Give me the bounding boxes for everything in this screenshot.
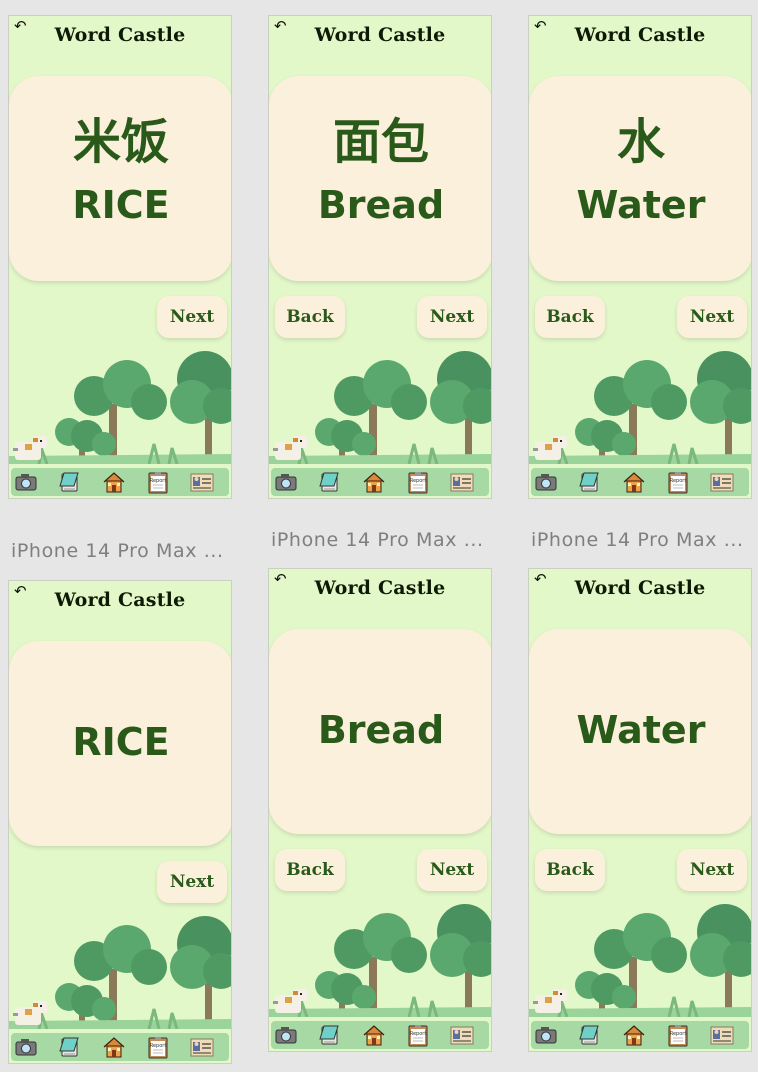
english-word: Water <box>576 183 706 227</box>
bottom-nav-bar: Report <box>271 468 489 496</box>
word-card: Water <box>529 629 751 834</box>
profile-card-icon[interactable] <box>190 1035 214 1059</box>
next-button[interactable]: Next <box>417 849 487 891</box>
chinese-word: 水 <box>616 114 665 170</box>
word-card: 水 Water <box>529 76 751 281</box>
camera-icon[interactable] <box>274 470 298 494</box>
notebook-icon[interactable] <box>318 1023 342 1047</box>
app-title: Word Castle <box>574 577 706 599</box>
report-icon-label: Report <box>410 1031 427 1037</box>
camera-icon[interactable] <box>534 470 558 494</box>
bottom-nav-bar: Report <box>531 1021 749 1049</box>
english-word: RICE <box>72 720 170 764</box>
profile-card-icon[interactable] <box>190 470 214 494</box>
chinese-word: 米饭 <box>72 114 169 170</box>
frame-label[interactable]: iPhone 14 Pro Max ... <box>11 540 224 562</box>
phone-frame-1[interactable]: ↶ Word Castle 米饭 RICE Next Report <box>8 15 232 499</box>
profile-card-icon[interactable] <box>450 1023 474 1047</box>
notebook-icon[interactable] <box>58 1035 82 1059</box>
back-button[interactable]: Back <box>535 296 605 338</box>
english-word: Bread <box>317 183 445 227</box>
report-icon-label: Report <box>150 478 167 484</box>
phone-frame-5[interactable]: ↶ Word Castle Bread Back Next Report <box>268 568 492 1052</box>
app-title: Word Castle <box>54 24 186 46</box>
frame-label[interactable]: iPhone 14 Pro Max ... <box>531 529 744 551</box>
report-icon[interactable]: Report <box>146 470 170 494</box>
app-title: Word Castle <box>314 577 446 599</box>
notebook-icon[interactable] <box>58 470 82 494</box>
pixel-forest-scene <box>529 897 751 1018</box>
report-icon-label: Report <box>670 478 687 484</box>
next-button[interactable]: Next <box>157 296 227 338</box>
camera-icon[interactable] <box>14 470 38 494</box>
report-icon[interactable]: Report <box>146 1035 170 1059</box>
house-icon[interactable] <box>362 470 386 494</box>
pixel-forest-scene <box>269 344 491 465</box>
back-button[interactable]: Back <box>275 296 345 338</box>
back-button[interactable]: Back <box>275 849 345 891</box>
next-button[interactable]: Next <box>677 849 747 891</box>
word-card: RICE <box>9 641 231 846</box>
profile-card-icon[interactable] <box>710 470 734 494</box>
next-button[interactable]: Next <box>157 861 227 903</box>
report-icon-label: Report <box>670 1031 687 1037</box>
report-icon-label: Report <box>410 478 427 484</box>
bottom-nav-bar: Report <box>271 1021 489 1049</box>
camera-icon[interactable] <box>14 1035 38 1059</box>
camera-icon[interactable] <box>274 1023 298 1047</box>
report-icon[interactable]: Report <box>406 470 430 494</box>
app-title: Word Castle <box>54 589 186 611</box>
phone-frame-2[interactable]: ↶ Word Castle 面包 Bread Back Next Report <box>268 15 492 499</box>
house-icon[interactable] <box>102 470 126 494</box>
pixel-forest-scene <box>9 909 231 1030</box>
house-icon[interactable] <box>622 1023 646 1047</box>
notebook-icon[interactable] <box>578 470 602 494</box>
word-card: Bread <box>269 629 491 834</box>
profile-card-icon[interactable] <box>710 1023 734 1047</box>
phone-frame-3[interactable]: ↶ Word Castle 水 Water Back Next Report <box>528 15 752 499</box>
house-icon[interactable] <box>622 470 646 494</box>
frame-label[interactable]: iPhone 14 Pro Max ... <box>271 529 484 551</box>
report-icon-label: Report <box>150 1043 167 1049</box>
bottom-nav-bar: Report <box>531 468 749 496</box>
app-title: Word Castle <box>314 24 446 46</box>
report-icon[interactable]: Report <box>406 1023 430 1047</box>
bottom-nav-bar: Report <box>11 468 229 496</box>
notebook-icon[interactable] <box>318 470 342 494</box>
word-card: 面包 Bread <box>269 76 491 281</box>
report-icon[interactable]: Report <box>666 1023 690 1047</box>
pixel-forest-scene <box>269 897 491 1018</box>
chinese-word: 面包 <box>332 114 429 170</box>
english-word: Water <box>576 708 706 752</box>
pixel-forest-scene <box>529 344 751 465</box>
word-card: 米饭 RICE <box>9 76 231 281</box>
english-word: RICE <box>72 183 170 227</box>
pixel-forest-scene <box>9 344 231 465</box>
report-icon[interactable]: Report <box>666 470 690 494</box>
app-title: Word Castle <box>574 24 706 46</box>
bottom-nav-bar: Report <box>11 1033 229 1061</box>
profile-card-icon[interactable] <box>450 470 474 494</box>
notebook-icon[interactable] <box>578 1023 602 1047</box>
english-word: Bread <box>317 708 445 752</box>
next-button[interactable]: Next <box>417 296 487 338</box>
house-icon[interactable] <box>362 1023 386 1047</box>
back-button[interactable]: Back <box>535 849 605 891</box>
phone-frame-6[interactable]: ↶ Word Castle Water Back Next Report <box>528 568 752 1052</box>
phone-frame-4[interactable]: ↶ Word Castle RICE Next Report <box>8 580 232 1064</box>
house-icon[interactable] <box>102 1035 126 1059</box>
camera-icon[interactable] <box>534 1023 558 1047</box>
next-button[interactable]: Next <box>677 296 747 338</box>
